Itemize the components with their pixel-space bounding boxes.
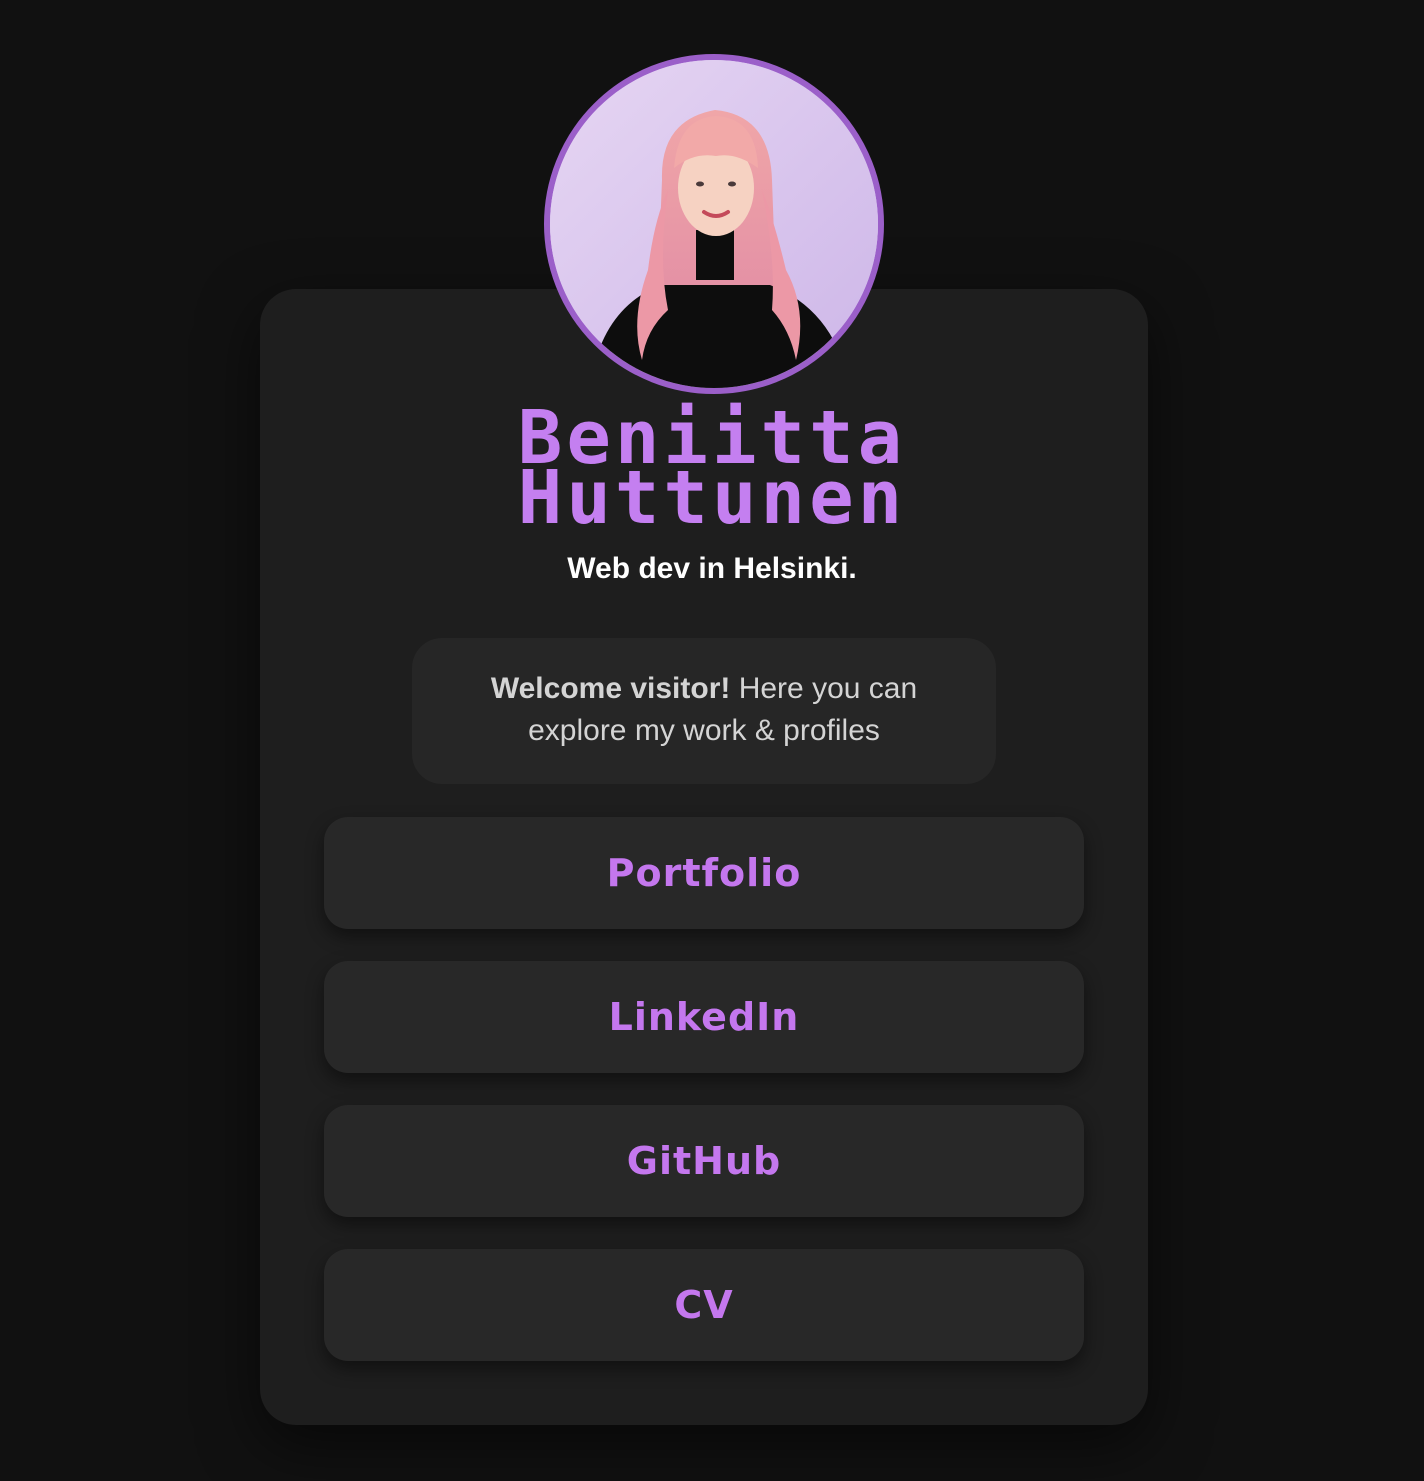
avatar bbox=[544, 54, 884, 394]
linkedin-button[interactable]: LinkedIn bbox=[324, 961, 1084, 1073]
profile-photo-icon bbox=[550, 60, 878, 388]
last-name: Huttunen bbox=[517, 455, 907, 541]
portfolio-button[interactable]: Portfolio bbox=[324, 817, 1084, 929]
profile-name: Beniitta Huttunen bbox=[0, 401, 1424, 541]
tagline: Web dev in Helsinki. bbox=[567, 552, 857, 585]
welcome-bold: Welcome visitor! bbox=[490, 672, 731, 705]
cv-button[interactable]: CV bbox=[324, 1249, 1084, 1361]
welcome-message: Welcome visitor! Here you can explore my… bbox=[412, 638, 996, 784]
github-button[interactable]: GitHub bbox=[324, 1105, 1084, 1217]
